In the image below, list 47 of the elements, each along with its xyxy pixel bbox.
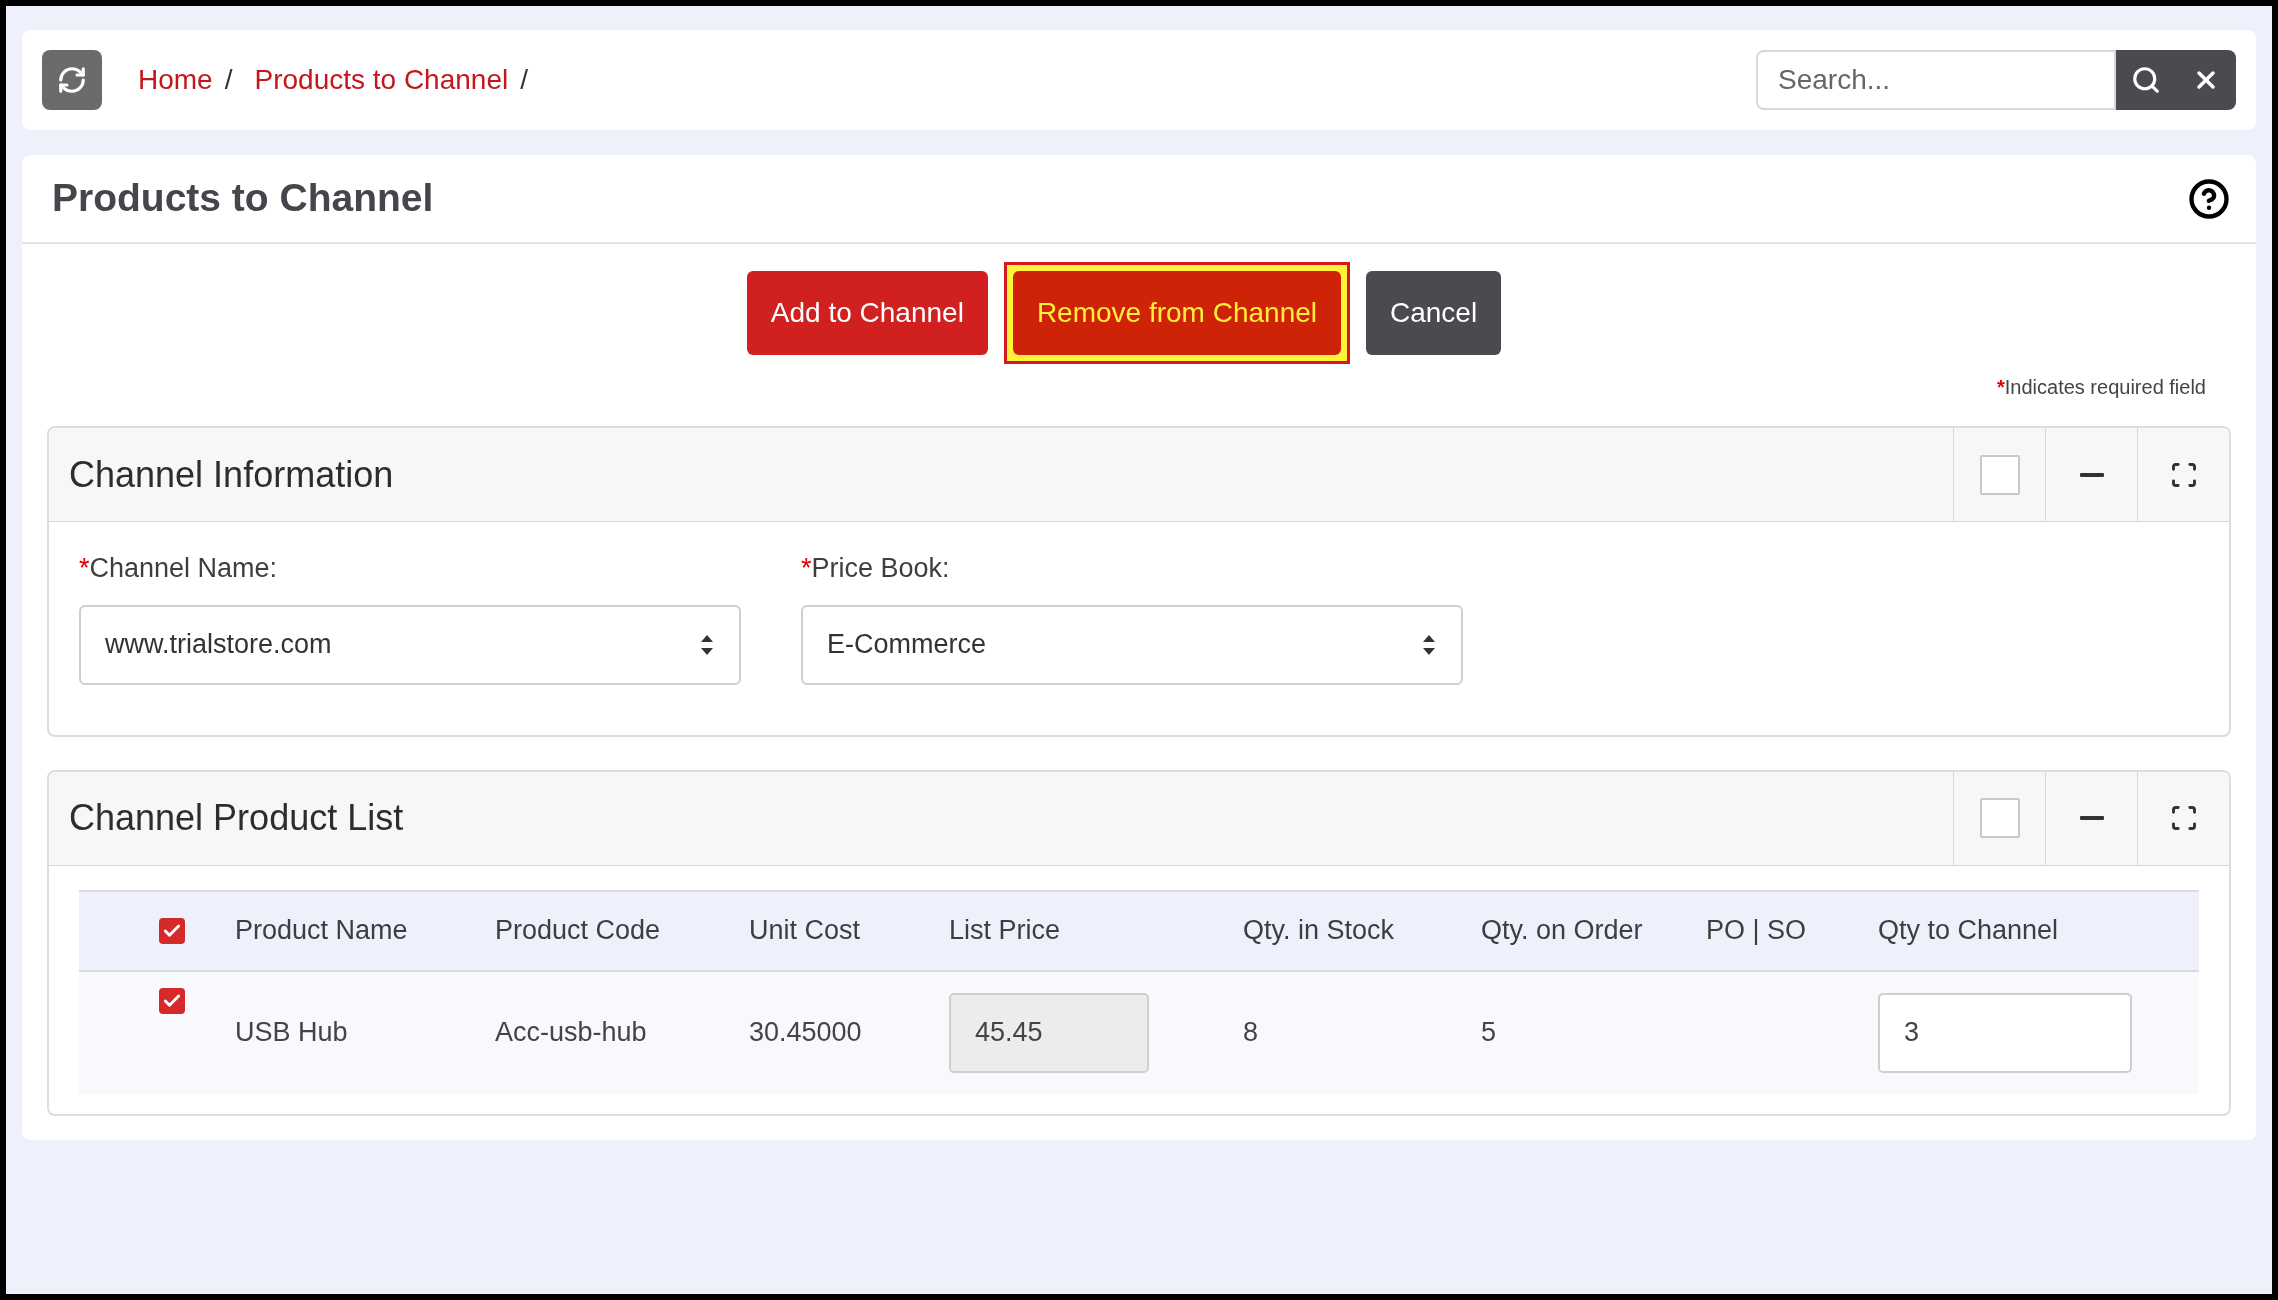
minus-icon <box>2079 472 2104 477</box>
refresh-icon <box>57 65 87 95</box>
checkbox[interactable] <box>159 917 185 944</box>
refresh-button[interactable] <box>42 50 102 110</box>
table-cell: 30.45000 <box>749 1017 862 1048</box>
select-field[interactable]: E-Commerce <box>801 604 1463 685</box>
column-header: Qty. in Stock <box>1243 915 1395 946</box>
search-field[interactable]: Search... <box>1756 50 2116 110</box>
search-icon <box>2131 65 2161 95</box>
field-label: *Price Book: <box>801 552 951 585</box>
breadcrumb-separator: / <box>224 63 233 97</box>
breadcrumb-separator: / <box>520 63 528 97</box>
panel-title: Channel Information <box>69 452 394 497</box>
breadcrumb-link[interactable]: Home <box>138 59 213 101</box>
table-cell: USB Hub <box>235 1017 348 1048</box>
square-icon <box>1979 798 2020 838</box>
help-icon <box>2188 177 2230 220</box>
table-cell: Acc-usb-hub <box>495 1017 647 1048</box>
column-header: List Price <box>949 915 1061 946</box>
action-button[interactable]: Add to Channel <box>746 271 988 355</box>
column-header: PO | SO <box>1706 915 1807 946</box>
action-button[interactable]: Remove from Channel <box>1012 271 1341 355</box>
action-button[interactable]: Cancel <box>1366 271 1502 355</box>
table-cell: 8 <box>1243 1017 1259 1048</box>
expand-icon <box>2169 460 2198 489</box>
column-header: Qty to Channel <box>1878 915 2059 946</box>
field-label: *Channel Name: <box>79 552 279 585</box>
clear-button[interactable] <box>2176 50 2236 110</box>
breadcrumb-link[interactable]: Products to Channel <box>254 59 509 101</box>
column-header: Product Code <box>495 915 661 946</box>
square-icon <box>1979 454 2020 495</box>
column-header: Unit Cost <box>749 915 861 946</box>
checkbox[interactable] <box>159 987 185 1014</box>
expand-icon <box>2169 804 2198 832</box>
required-note: *Indicates required field <box>1996 375 2206 400</box>
column-header: Qty. on Order <box>1481 915 1643 946</box>
list-price-field: 45.45 <box>949 992 1149 1073</box>
search-button[interactable] <box>2116 50 2176 110</box>
select-value: www.trialstore.com <box>105 628 332 662</box>
minus-icon <box>2079 816 2104 820</box>
panel-title: Channel Product List <box>69 796 404 840</box>
select-value: E-Commerce <box>827 628 987 662</box>
table-cell: 5 <box>1481 1017 1497 1048</box>
qty-input-field[interactable]: 3 <box>1878 992 2132 1073</box>
select-field[interactable]: www.trialstore.com <box>79 604 741 685</box>
column-header: Product Name <box>235 915 408 946</box>
page-title: Products to Channel <box>52 175 434 222</box>
